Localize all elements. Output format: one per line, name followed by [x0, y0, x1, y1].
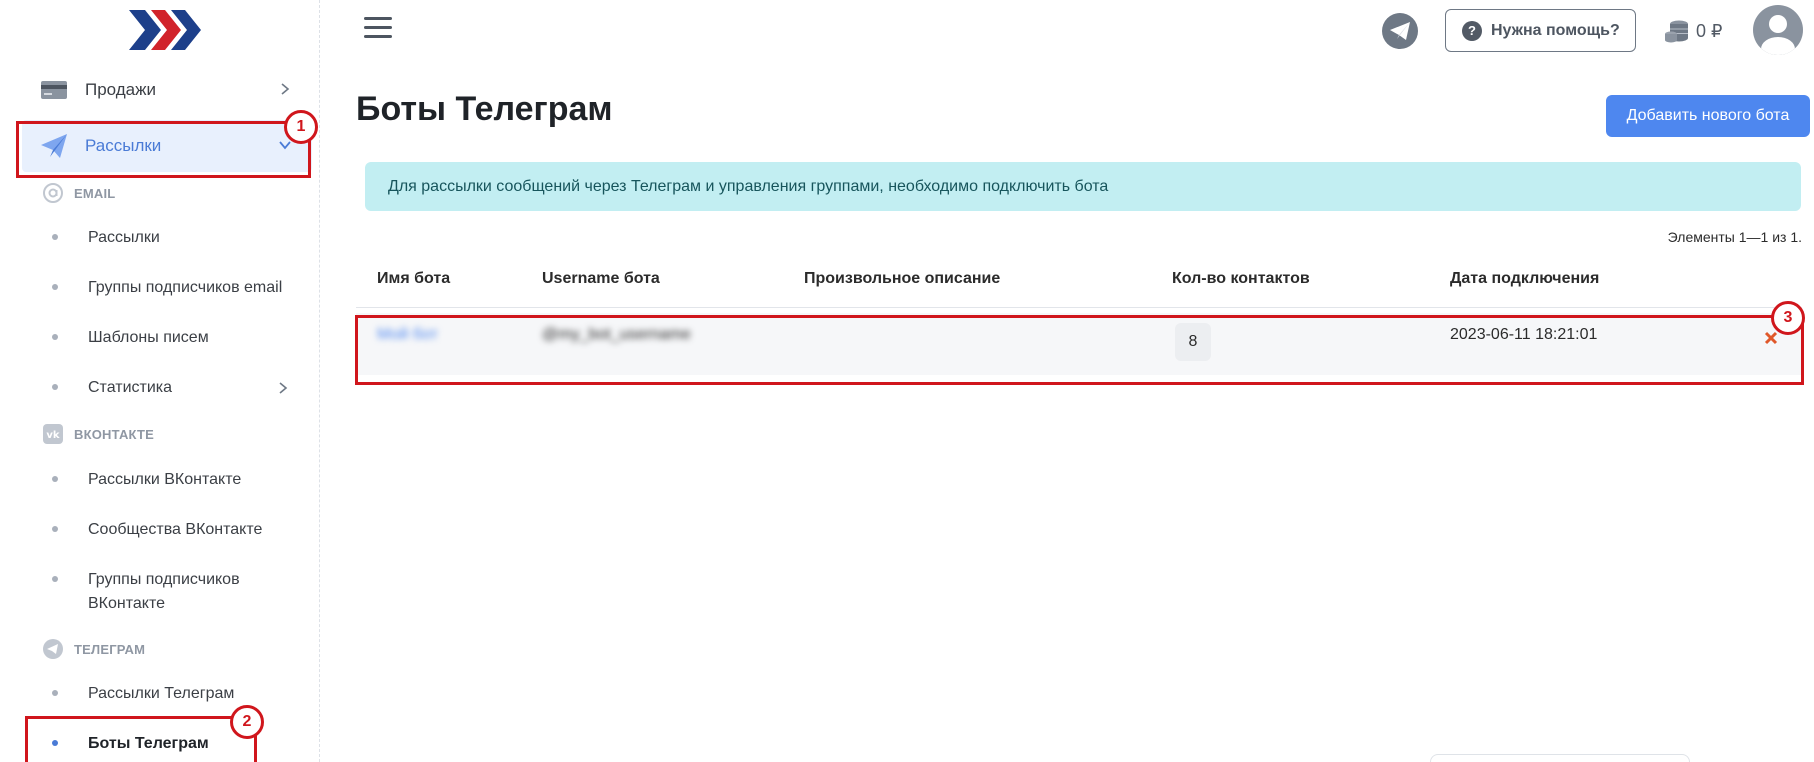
sidebar-item-vk-communities[interactable]: Сообщества ВКонтакте — [52, 518, 302, 542]
column-header[interactable]: Username бота — [542, 270, 660, 288]
user-icon — [1761, 15, 1795, 55]
sidebar-item-label: Рассылки ВКонтакте — [88, 471, 242, 488]
vk-icon: vk — [43, 424, 63, 444]
help-button-label: Нужна помощь? — [1491, 21, 1620, 39]
at-icon — [43, 183, 63, 203]
card-icon — [41, 81, 67, 99]
sidebar-item-label: Сообщества ВКонтакте — [88, 521, 263, 538]
sidebar-item-tg-mailings[interactable]: Рассылки Телеграм — [52, 682, 302, 706]
column-header[interactable]: Кол-во контактов — [1172, 270, 1310, 288]
sidebar-item-label: Группы подписчиков ВКонтакте — [88, 571, 240, 612]
sidebar-item-sales[interactable]: Продажи — [22, 64, 312, 116]
chevron-right-icon — [279, 382, 288, 394]
paper-plane-icon — [41, 134, 67, 158]
sidebar-item-vk-groups[interactable]: Группы подписчиков ВКонтакте — [52, 568, 302, 616]
bullet-icon — [52, 690, 58, 696]
sidebar-item-label: Рассылки Телеграм — [88, 685, 235, 702]
items-count: Элементы 1—1 из 1. — [1667, 229, 1802, 245]
sidebar-item-label: Рассылки — [85, 136, 162, 155]
bot-username: @my_bot_username — [542, 326, 691, 343]
section-vk: vk ВКОНТАКТЕ — [42, 423, 154, 445]
bottom-panel — [1430, 754, 1690, 762]
sidebar-item-mailings[interactable]: Рассылки — [22, 120, 312, 172]
page-title: Боты Телеграм — [356, 90, 613, 128]
sidebar-item-label: Рассылки — [88, 229, 160, 246]
sidebar-item-label: Продажи — [85, 80, 156, 99]
bot-name-link[interactable]: Мой бот — [377, 326, 438, 344]
column-header[interactable]: Имя бота — [377, 270, 450, 288]
connection-date: 2023-06-11 18:21:01 — [1450, 326, 1598, 343]
info-alert: Для рассылки сообщений через Телеграм и … — [365, 162, 1801, 211]
bullet-icon — [52, 476, 58, 482]
sidebar-item-email-stats[interactable]: Статистика — [52, 376, 302, 400]
bullet-icon — [52, 334, 58, 340]
app-root: Продажи Рассылки EMAIL Рассылки Группы п… — [0, 0, 1814, 762]
coins-icon — [1665, 20, 1688, 43]
add-bot-button[interactable]: Добавить нового бота — [1606, 95, 1810, 137]
section-title: EMAIL — [74, 185, 116, 201]
bullet-icon — [52, 576, 58, 582]
table-row: Мой бот @my_bot_username 8 2023-06-11 18… — [356, 313, 1802, 375]
balance-value: 0 ₽ — [1696, 20, 1723, 41]
telegram-icon — [43, 639, 63, 659]
sidebar-item-email-groups[interactable]: Группы подписчиков email — [52, 276, 302, 300]
menu-toggle-icon[interactable] — [364, 17, 392, 43]
sidebar-item-label: Боты Телеграм — [88, 735, 209, 752]
chevron-right-icon — [281, 83, 290, 95]
section-title: ВКОНТАКТЕ — [74, 426, 155, 442]
help-button[interactable]: ? Нужна помощь? — [1445, 9, 1636, 52]
sidebar-item-label: Статистика — [88, 379, 173, 396]
bullet-icon — [52, 234, 58, 240]
svg-text:vk: vk — [46, 430, 60, 441]
sidebar-item-label: Группы подписчиков email — [88, 279, 283, 296]
question-icon: ? — [1462, 20, 1482, 41]
contacts-count: 8 — [1175, 323, 1211, 361]
balance[interactable]: 0 ₽ — [1663, 18, 1722, 44]
section-telegram: ТЕЛЕГРАМ — [42, 638, 145, 660]
bullet-icon — [52, 284, 58, 290]
avatar[interactable] — [1753, 5, 1803, 55]
bullet-icon — [52, 740, 58, 746]
annotation-number-1: 1 — [284, 110, 318, 144]
column-header[interactable]: Дата подключения — [1450, 270, 1599, 288]
table-header: Имя бота Username бота Произвольное опис… — [356, 262, 1802, 308]
annotation-number-2: 2 — [230, 705, 264, 739]
annotation-number-3: 3 — [1771, 301, 1805, 335]
telegram-icon — [1390, 22, 1410, 40]
section-title: ТЕЛЕГРАМ — [74, 641, 146, 657]
delete-icon[interactable] — [1764, 331, 1778, 345]
telegram-button[interactable] — [1382, 13, 1418, 49]
bullet-icon — [52, 384, 58, 390]
logo-icon[interactable] — [125, 6, 201, 54]
sidebar-item-label: Шаблоны писем — [88, 329, 209, 346]
sidebar-item-email-mailings[interactable]: Рассылки — [52, 226, 302, 250]
sidebar-item-vk-mailings[interactable]: Рассылки ВКонтакте — [52, 468, 302, 492]
sidebar-item-tg-bots[interactable]: Боты Телеграм — [52, 732, 302, 756]
sidebar: Продажи Рассылки EMAIL Рассылки Группы п… — [6, 0, 320, 762]
column-header[interactable]: Произвольное описание — [804, 270, 1000, 288]
bullet-icon — [52, 526, 58, 532]
section-email: EMAIL — [42, 182, 115, 204]
sidebar-item-email-templates[interactable]: Шаблоны писем — [52, 326, 302, 350]
